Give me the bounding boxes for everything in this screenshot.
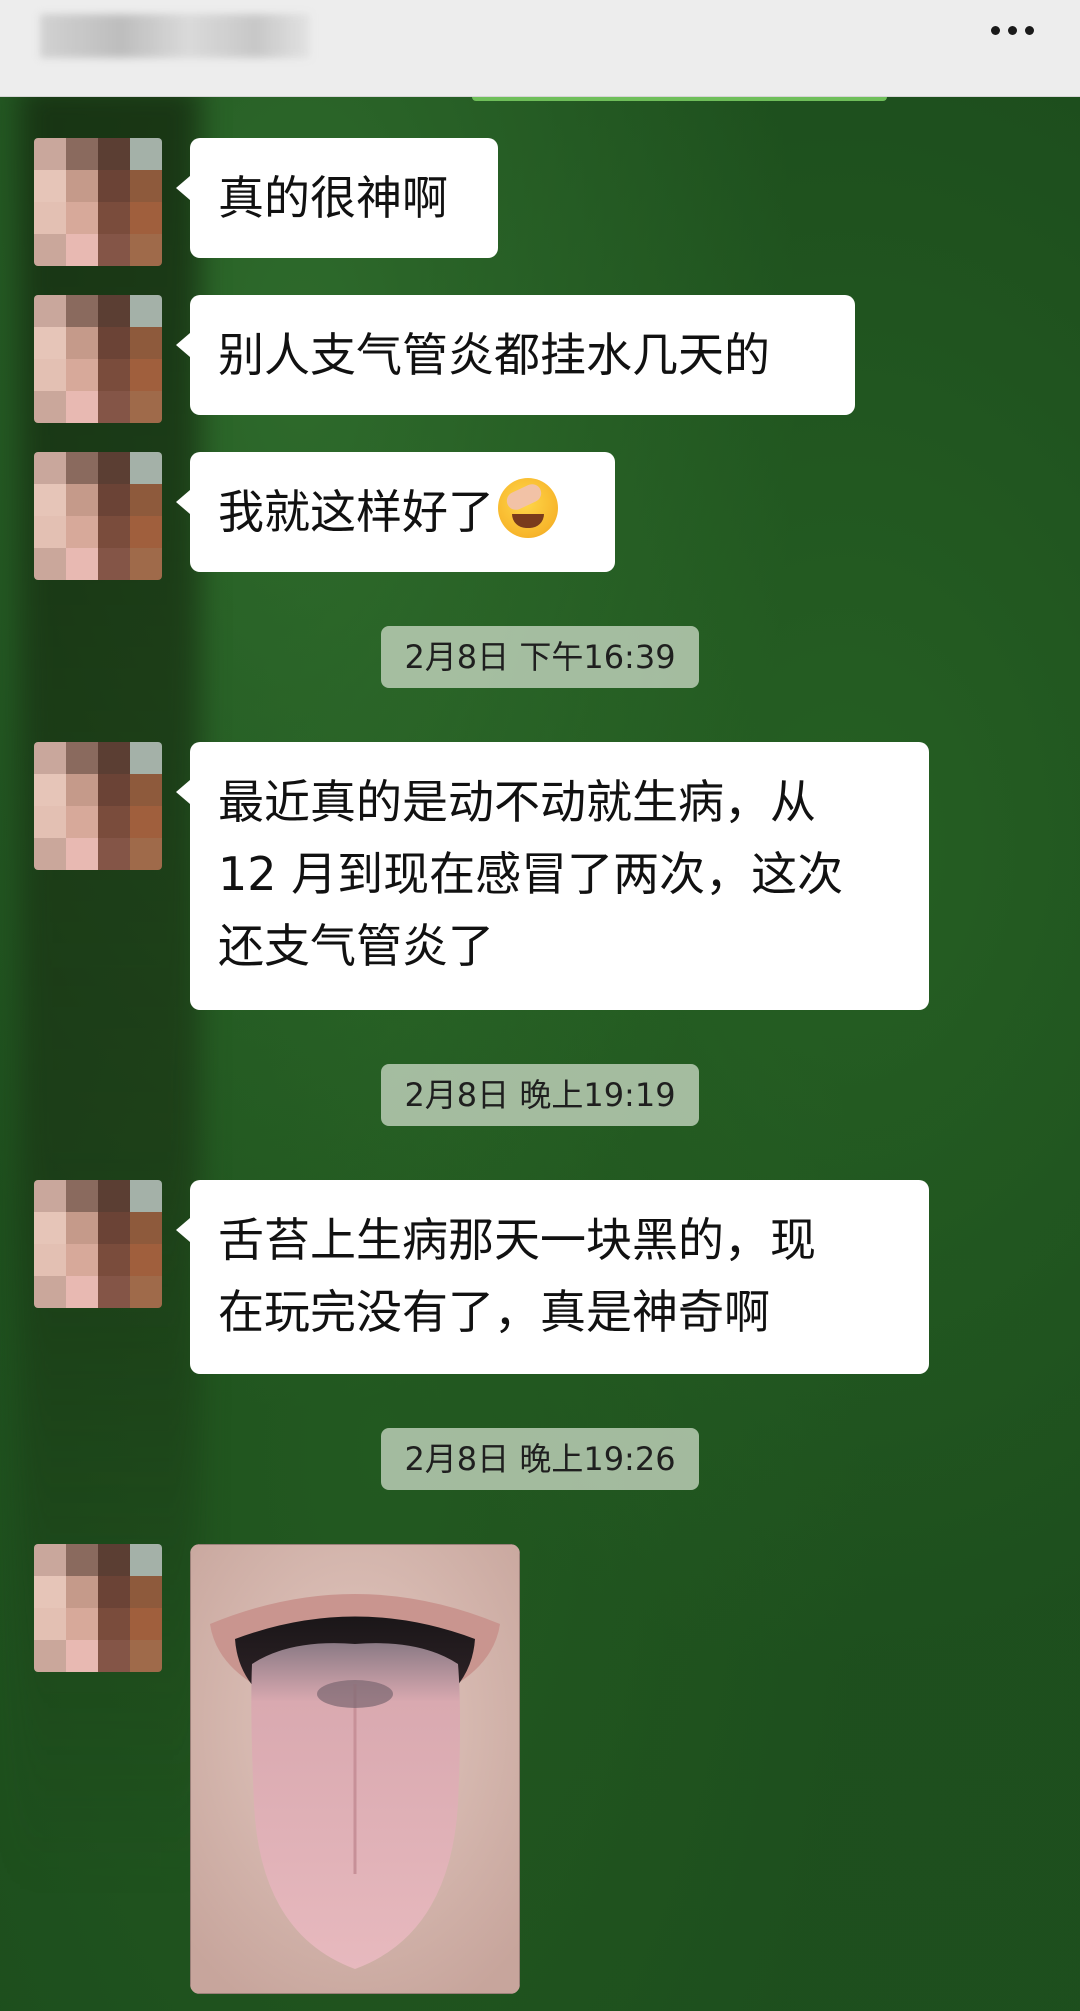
- blurred-contact-name: [40, 14, 310, 58]
- message-text: 别人支气管炎都挂水几天的: [218, 328, 770, 382]
- timestamp: 2月8日 晚上19:26: [381, 1428, 699, 1490]
- message-bubble[interactable]: 真的很神啊: [176, 138, 498, 258]
- tongue-photo: [190, 1544, 520, 1994]
- message-line: 12 月到现在感冒了两次，这次: [218, 847, 844, 901]
- more-dots-icon: [991, 26, 1000, 35]
- more-dots-icon: [1025, 26, 1034, 35]
- more-dots-icon: [1008, 26, 1017, 35]
- message-line: 舌苔上生病那天一块黑的，现: [218, 1213, 816, 1267]
- message-bubble[interactable]: 别人支气管炎都挂水几天的: [176, 295, 855, 415]
- message-bubble[interactable]: 舌苔上生病那天一块黑的，现 在玩完没有了，真是神奇啊: [176, 1180, 929, 1374]
- facepalm-laugh-emoji-icon: [498, 478, 558, 538]
- message-line: 在玩完没有了，真是神奇啊: [218, 1285, 770, 1339]
- chat-message-list[interactable]: 真的很神啊 别人支气管炎都挂水几天的 我就这样好了 2月8日 下午16:39 最…: [0, 0, 1080, 2011]
- message-text: 真的很神啊: [218, 171, 448, 225]
- avatar[interactable]: [34, 1180, 162, 1308]
- more-options-button[interactable]: [985, 16, 1040, 45]
- avatar[interactable]: [34, 295, 162, 423]
- avatar[interactable]: [34, 742, 162, 870]
- timestamp: 2月8日 晚上19:19: [381, 1064, 699, 1126]
- message-line: 还支气管炎了: [218, 919, 494, 973]
- chat-header: [0, 0, 1080, 97]
- message-line: 最近真的是动不动就生病，从: [218, 775, 816, 829]
- timestamp: 2月8日 下午16:39: [381, 626, 699, 688]
- message-text: 我就这样好了: [218, 485, 494, 539]
- avatar[interactable]: [34, 1544, 162, 1672]
- image-message[interactable]: [190, 1544, 520, 1994]
- avatar[interactable]: [34, 452, 162, 580]
- avatar[interactable]: [34, 138, 162, 266]
- message-bubble[interactable]: 最近真的是动不动就生病，从 12 月到现在感冒了两次，这次 还支气管炎了: [176, 742, 929, 1010]
- message-bubble[interactable]: 我就这样好了: [176, 452, 615, 572]
